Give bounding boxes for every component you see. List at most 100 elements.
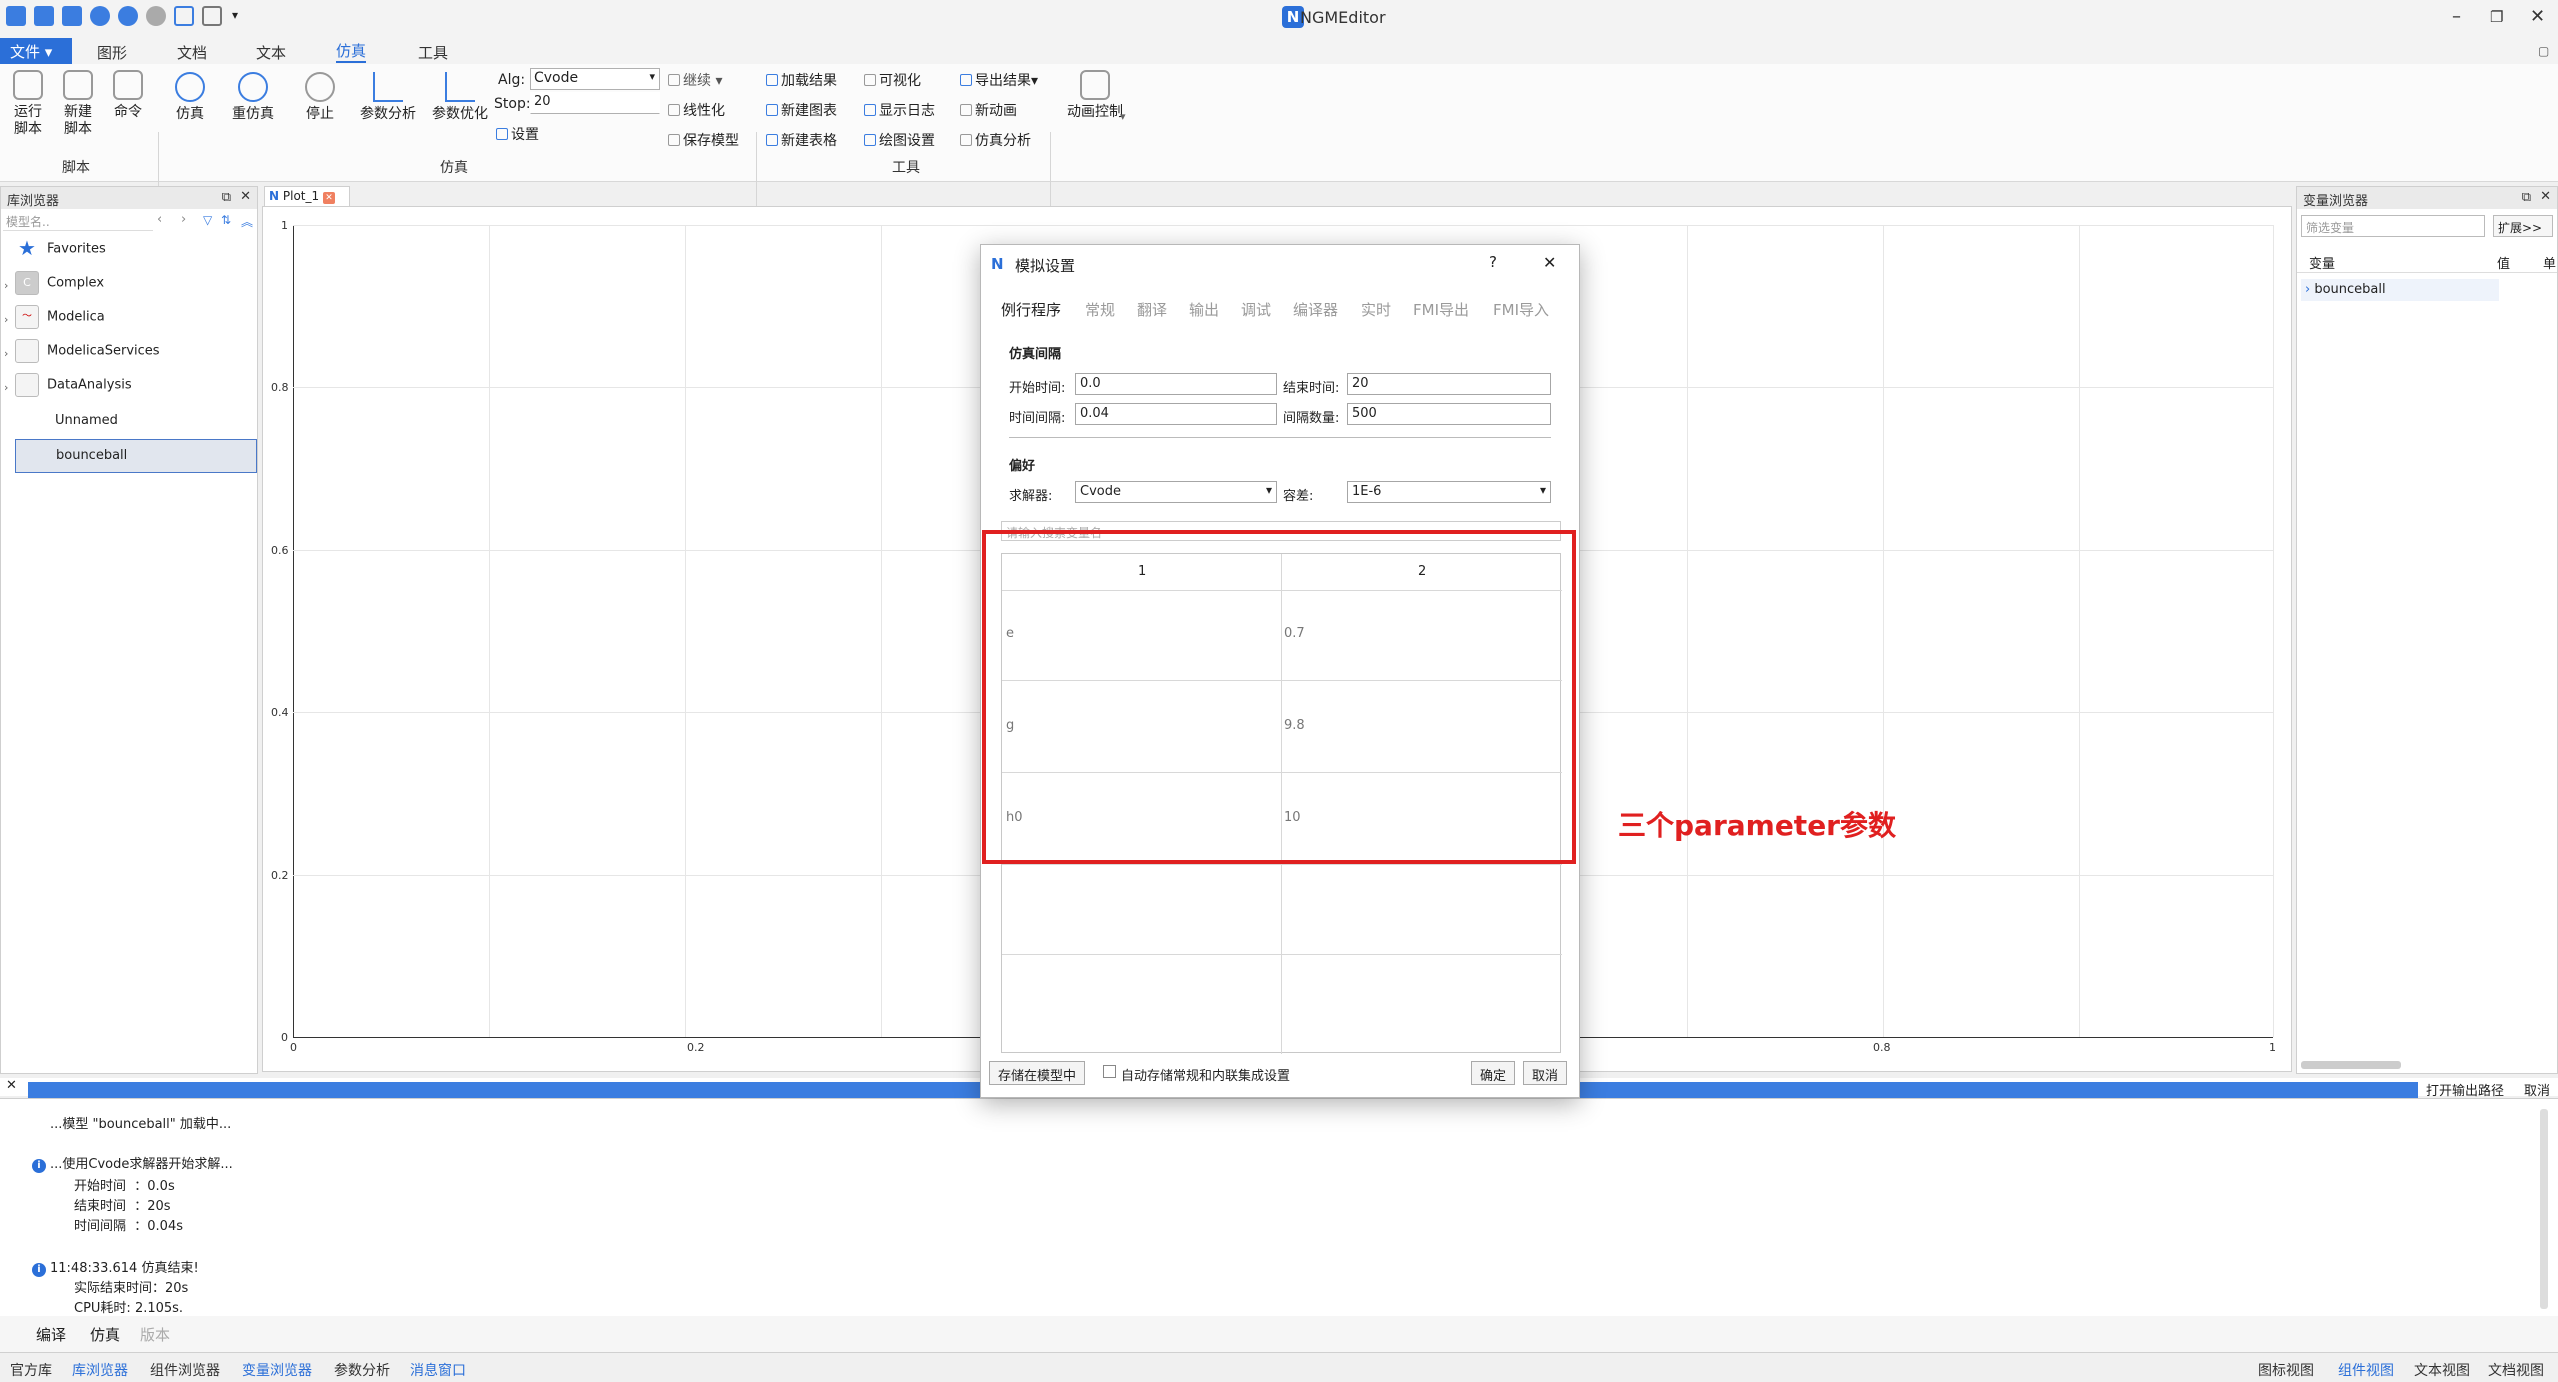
close-icon[interactable]: ✕: [240, 189, 251, 204]
close-tab-icon[interactable]: ✕: [322, 192, 335, 204]
tab-tools[interactable]: 工具: [418, 42, 448, 63]
tab-compile[interactable]: 编译: [36, 1324, 66, 1345]
export-result-button[interactable]: 导出结果▾: [960, 70, 1038, 90]
sb-document-view[interactable]: 文档视图: [2488, 1360, 2544, 1380]
new-anim-button[interactable]: 新动画: [960, 100, 1017, 120]
expand-icon[interactable]: ›: [4, 313, 8, 326]
resimulate-button[interactable]: 重仿真: [228, 72, 278, 123]
open-output-path-button[interactable]: 打开输出路径: [2426, 1080, 2504, 1099]
ok-button[interactable]: 确定: [1471, 1061, 1516, 1085]
library-item-dataanalysis[interactable]: DataAnalysis: [15, 373, 132, 397]
tab-realtime[interactable]: 实时: [1361, 299, 1391, 320]
close-icon[interactable]: ✕: [6, 1078, 17, 1093]
settings-list-icon[interactable]: [174, 6, 194, 26]
sb-message-window[interactable]: 消息窗口: [410, 1360, 466, 1380]
vertical-scrollbar[interactable]: [2540, 1109, 2548, 1309]
sb-text-view[interactable]: 文本视图: [2414, 1360, 2470, 1380]
library-item-modelica[interactable]: 〜 Modelica: [15, 305, 105, 329]
sb-icon-view[interactable]: 图标视图: [2258, 1360, 2314, 1380]
help-button[interactable]: ?: [1489, 253, 1497, 271]
sb-component-view[interactable]: 组件视图: [2338, 1360, 2394, 1380]
window-icon[interactable]: [202, 6, 222, 26]
stop-button[interactable]: 停止: [300, 72, 340, 123]
command-button[interactable]: 命令: [110, 70, 146, 121]
variable-filter-input[interactable]: 筛选变量: [2301, 215, 2485, 237]
float-icon[interactable]: ⧉: [2522, 190, 2531, 205]
tab-document[interactable]: 文档: [177, 42, 207, 63]
stop-icon[interactable]: [146, 6, 166, 26]
collapse-ribbon-icon[interactable]: ▢: [2538, 44, 2549, 58]
continue-button[interactable]: 继续 ▾: [668, 70, 722, 90]
load-result-button[interactable]: 加载结果: [766, 70, 837, 90]
sb-param-analysis[interactable]: 参数分析: [334, 1360, 390, 1380]
expand-icon[interactable]: ›: [4, 347, 8, 360]
simulate-button[interactable]: 仿真: [170, 72, 210, 123]
tab-fmi-export[interactable]: FMI导出: [1413, 299, 1469, 320]
float-icon[interactable]: ⧉: [222, 190, 231, 205]
expand-button[interactable]: 扩展>>: [2493, 215, 2553, 237]
collapse-all-icon[interactable]: ︽: [241, 213, 253, 230]
new-icon[interactable]: [6, 6, 26, 26]
tab-text[interactable]: 文本: [256, 42, 286, 63]
tab-simulation[interactable]: 仿真: [336, 40, 367, 63]
show-log-button[interactable]: 显示日志: [864, 100, 935, 120]
quick-access-dropdown-icon[interactable]: ▾: [232, 8, 238, 22]
close-icon[interactable]: ✕: [2540, 189, 2551, 204]
minimize-button[interactable]: –: [2452, 6, 2461, 27]
auto-store-checkbox[interactable]: [1103, 1065, 1116, 1078]
new-script-button[interactable]: 新建 脚本: [60, 70, 96, 138]
tab-compiler[interactable]: 编译器: [1293, 299, 1338, 320]
dialog-close-button[interactable]: ✕: [1543, 253, 1556, 272]
resimulate-icon[interactable]: [118, 6, 138, 26]
sb-component-browser[interactable]: 组件浏览器: [150, 1360, 220, 1380]
tab-graphics[interactable]: 图形: [97, 42, 127, 63]
sb-library-browser[interactable]: 库浏览器: [72, 1360, 128, 1380]
step-input[interactable]: 0.04: [1075, 403, 1277, 425]
file-menu-button[interactable]: 文件 ▾: [0, 38, 72, 64]
plot-tab[interactable]: N Plot_1 ✕: [264, 186, 350, 206]
sb-variable-browser[interactable]: 变量浏览器: [242, 1360, 312, 1380]
solver-select[interactable]: Cvode: [1075, 481, 1277, 503]
param-opt-button[interactable]: 参数优化: [428, 72, 492, 123]
tab-translate[interactable]: 翻译: [1137, 299, 1167, 320]
new-table-button[interactable]: 新建表格: [766, 130, 837, 150]
save-model-button[interactable]: 保存模型: [668, 130, 739, 150]
tab-output[interactable]: 输出: [1189, 299, 1219, 320]
library-item-favorites[interactable]: ★ Favorites: [15, 237, 106, 261]
filter-icon[interactable]: ▽: [203, 213, 212, 227]
chevron-down-icon[interactable]: ▾: [1120, 110, 1126, 123]
cancel-button[interactable]: 取消: [2524, 1080, 2550, 1099]
alg-select[interactable]: Cvode ▾: [530, 68, 660, 90]
tab-version[interactable]: 版本: [140, 1324, 170, 1345]
settings-button[interactable]: 设置: [496, 124, 539, 144]
sort-icon[interactable]: ⇅: [221, 213, 231, 227]
tab-debug[interactable]: 调试: [1241, 299, 1271, 320]
simulate-icon[interactable]: [90, 6, 110, 26]
restore-button[interactable]: ❐: [2490, 8, 2503, 26]
interval-count-input[interactable]: 500: [1347, 403, 1551, 425]
library-item-complex[interactable]: C Complex: [15, 271, 104, 295]
nav-forward-icon[interactable]: ›: [181, 212, 186, 227]
linearize-button[interactable]: 线性化: [668, 100, 725, 120]
cancel-button[interactable]: 取消: [1523, 1061, 1568, 1085]
sim-analysis-button[interactable]: 仿真分析: [960, 130, 1031, 150]
expand-icon[interactable]: ›: [4, 381, 8, 394]
visualize-button[interactable]: 可视化: [864, 70, 921, 90]
tab-fmi-import[interactable]: FMI导入: [1493, 299, 1549, 320]
sb-official-lib[interactable]: 官方库: [10, 1360, 52, 1380]
expand-icon[interactable]: ›: [4, 279, 8, 292]
tab-general[interactable]: 常规: [1085, 299, 1115, 320]
library-item-unnamed[interactable]: Unnamed: [55, 413, 118, 428]
param-analysis-button[interactable]: 参数分析: [356, 72, 420, 123]
save-icon[interactable]: [62, 6, 82, 26]
library-search-input[interactable]: 模型名..: [3, 211, 153, 231]
tab-simulate[interactable]: 仿真: [90, 1324, 120, 1345]
store-in-model-button[interactable]: 存储在模型中: [989, 1061, 1086, 1085]
plot-settings-button[interactable]: 绘图设置: [864, 130, 935, 150]
variable-row[interactable]: › bounceball: [2301, 279, 2499, 301]
tolerance-select[interactable]: 1E-6: [1347, 481, 1551, 503]
stop-time-input[interactable]: 20: [530, 92, 660, 114]
library-item-modelicaservices[interactable]: ModelicaServices: [15, 339, 160, 363]
open-folder-icon[interactable]: [34, 6, 54, 26]
run-script-button[interactable]: 运行 脚本: [10, 70, 46, 138]
